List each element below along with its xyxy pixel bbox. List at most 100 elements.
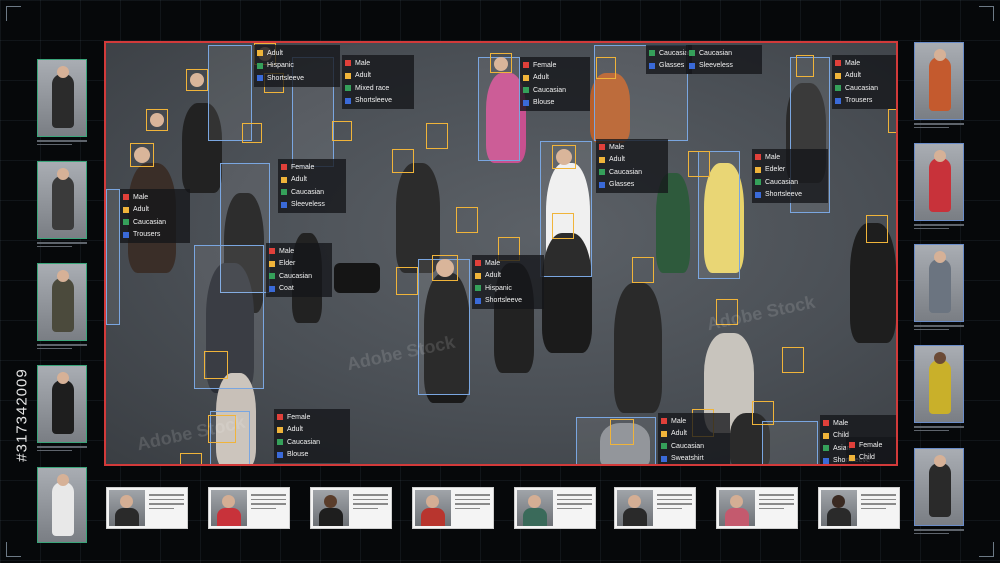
attribute-tag: Female Adult Caucasian Blouse	[274, 409, 350, 463]
tag-row: Adult	[257, 47, 337, 60]
corner-bracket	[6, 542, 21, 557]
face-detection-box	[456, 207, 478, 233]
right-thumbnail	[914, 345, 964, 423]
face-detection-box	[782, 347, 804, 373]
profile-card	[614, 487, 696, 529]
tag-row: Caucasian	[661, 440, 727, 453]
tag-row: Caucasian	[277, 436, 347, 449]
attribute-tag: Female Adult Caucasian Blouse	[520, 57, 590, 111]
thumbnail-caption	[914, 529, 964, 537]
thumbnail-caption	[914, 224, 964, 232]
corner-bracket	[6, 6, 21, 21]
stock-id-label: #317342009	[13, 368, 31, 462]
face-detection-box	[610, 419, 634, 445]
attribute-tag: Male Elder Caucasian Coat	[266, 243, 332, 297]
profile-card	[106, 487, 188, 529]
thumbnail-caption	[914, 325, 964, 333]
tag-row: Adult	[345, 70, 411, 83]
tag-row: Male	[269, 245, 329, 258]
tag-row: Caucasian	[281, 186, 343, 199]
tag-row: Adult	[123, 204, 187, 217]
tag-row: Female	[523, 59, 587, 72]
tag-row: Blouse	[523, 97, 587, 110]
tag-row: Sweatshirt	[661, 453, 727, 465]
attribute-tag: Male Adult Hispanic Shortsleeve	[472, 255, 544, 309]
profile-card	[818, 487, 900, 529]
corner-bracket	[979, 542, 994, 557]
face-detection-box	[332, 121, 352, 141]
corner-bracket	[979, 6, 994, 21]
tag-row: Male	[835, 57, 896, 70]
tag-row: Female	[849, 439, 895, 452]
tag-row: Glasses	[599, 179, 665, 192]
tag-row: Male	[123, 191, 187, 204]
tag-row: Male	[823, 417, 895, 430]
face-detection-box	[632, 257, 654, 283]
tag-row: Edeler	[755, 164, 825, 177]
profile-card	[208, 487, 290, 529]
tag-row: Caucasian	[123, 216, 187, 229]
attribute-tag: Male Adult Caucasian Trousers	[832, 55, 896, 109]
tag-row: Male	[345, 57, 411, 70]
tag-row: Blouse	[277, 449, 347, 462]
profile-card	[716, 487, 798, 529]
left-thumbnail	[37, 263, 87, 341]
profile-card	[310, 487, 392, 529]
tag-row: Elder	[269, 258, 329, 271]
face-detection-box	[432, 255, 458, 281]
face-detection-box	[490, 53, 512, 73]
face-detection-box	[186, 69, 208, 91]
pedestrian	[614, 283, 662, 413]
face-detection-box	[180, 453, 202, 464]
thumbnail-caption	[914, 426, 964, 434]
thumbnail-caption	[37, 140, 87, 148]
left-thumbnail	[37, 161, 87, 239]
profile-card	[412, 487, 494, 529]
right-thumbnail	[914, 448, 964, 526]
face-detection-box	[396, 267, 418, 295]
tag-row: Trousers	[835, 95, 896, 108]
tag-row: Adult	[599, 154, 665, 167]
face-detection-box	[392, 149, 414, 173]
attribute-tag: Male Adult Mixed race Shortsleeve	[342, 55, 414, 109]
tag-row: Caucasian	[599, 166, 665, 179]
tag-row: Caucasian	[755, 176, 825, 189]
left-thumbnail	[37, 467, 87, 543]
attribute-tag: Female Child	[846, 437, 896, 464]
thumbnail-caption	[37, 242, 87, 250]
face-detection-box	[752, 401, 774, 425]
left-thumbnail	[37, 365, 87, 443]
tag-row: Caucasian	[689, 47, 759, 60]
body-detection-box	[106, 189, 120, 325]
tag-row: Caucasian	[269, 270, 329, 283]
tag-row: Female	[277, 411, 347, 424]
tag-row: Female	[281, 161, 343, 174]
tag-row: Shortsleeve	[755, 189, 825, 202]
tag-row: Sleeveless	[689, 60, 759, 73]
face-detection-box	[552, 145, 576, 169]
tag-row: Caucasian	[649, 47, 692, 60]
face-detection-box	[552, 213, 574, 239]
tag-row: Shortsleeve	[257, 72, 337, 85]
right-thumbnail	[914, 244, 964, 322]
tag-row: Glasses	[649, 60, 689, 73]
face-detection-box	[688, 151, 710, 177]
tag-row: Caucasian	[523, 84, 587, 97]
attribute-tag: Male Adult Caucasian Trousers	[120, 189, 190, 243]
attribute-tag: Male Adult Caucasian Glasses	[596, 139, 668, 193]
face-detection-box	[888, 109, 896, 133]
face-detection-box	[426, 123, 448, 149]
tag-row: Shortsleeve	[345, 95, 411, 108]
tag-row: Sleeveless	[281, 199, 343, 212]
attribute-tag: Male Adult Caucasian Sweatshirt	[658, 413, 730, 465]
tag-row: Shortsleeve	[475, 295, 541, 308]
tag-row: Male	[661, 415, 727, 428]
attribute-tag: Male Edeler Caucasian Shortsleeve	[752, 149, 828, 203]
tag-row: Adult	[475, 270, 541, 283]
tag-row: Caucasian	[835, 82, 896, 95]
tag-row: Hispanic	[257, 60, 337, 73]
face-detection-box	[242, 123, 262, 143]
attribute-tag: Adult Hispanic Shortsleeve	[254, 45, 340, 87]
body-detection-box	[762, 421, 818, 464]
tag-row: Mixed race	[345, 82, 411, 95]
